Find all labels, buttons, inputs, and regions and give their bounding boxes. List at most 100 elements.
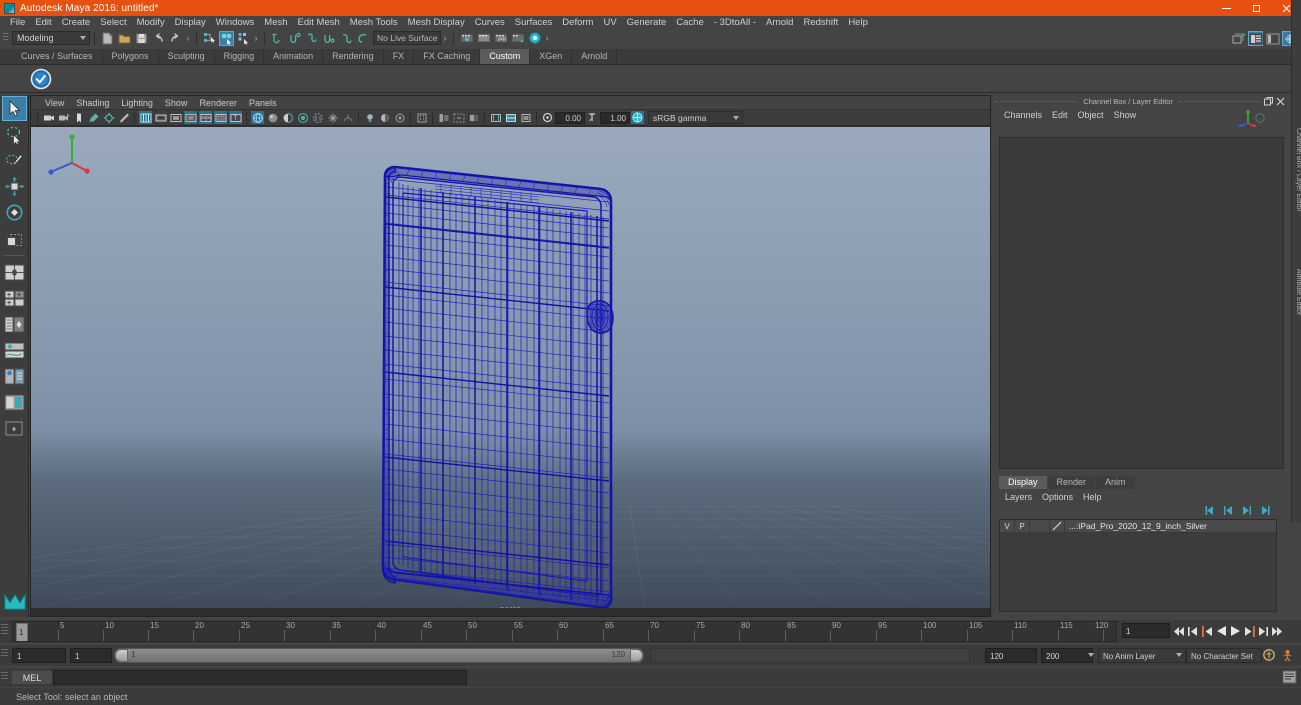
layer-list[interactable]: V P ...:iPad_Pro_2020_12_9_inch_Silver bbox=[999, 519, 1277, 612]
animation-preferences-icon[interactable] bbox=[1280, 648, 1295, 662]
help-menu[interactable]: Help bbox=[1078, 492, 1107, 502]
shelf-tab-animation[interactable]: Animation bbox=[264, 49, 324, 64]
gamma-icon[interactable] bbox=[586, 111, 599, 124]
statusline-collapse-render[interactable]: › bbox=[543, 31, 551, 45]
undock-panel-button[interactable] bbox=[1263, 96, 1273, 106]
layer-name[interactable]: ...:iPad_Pro_2020_12_9_inch_Silver bbox=[1065, 521, 1207, 531]
go-to-start-icon[interactable] bbox=[1172, 623, 1186, 639]
lighting-toggle-icon[interactable] bbox=[363, 111, 376, 124]
range-slider-grip[interactable] bbox=[1, 647, 10, 664]
minimize-button[interactable] bbox=[1211, 0, 1241, 16]
options-menu[interactable]: Options bbox=[1037, 492, 1078, 502]
menu-windows[interactable]: Windows bbox=[211, 16, 260, 29]
viewport-menu-panels[interactable]: Panels bbox=[243, 98, 283, 108]
wireframe-on-shaded-icon[interactable] bbox=[311, 111, 324, 124]
menu-mesh-display[interactable]: Mesh Display bbox=[403, 16, 470, 29]
layer-row[interactable]: V P ...:iPad_Pro_2020_12_9_inch_Silver bbox=[1000, 519, 1276, 533]
ipr-render-icon[interactable] bbox=[476, 31, 491, 46]
gamma-field[interactable]: 1.00 bbox=[600, 111, 630, 124]
hypershade-persp-layout[interactable] bbox=[2, 364, 27, 389]
multisample-icon[interactable] bbox=[415, 111, 428, 124]
shadows-toggle-icon[interactable] bbox=[378, 111, 391, 124]
shelf-tab-sculpting[interactable]: Sculpting bbox=[158, 49, 215, 64]
screen-space-ao-icon[interactable] bbox=[393, 111, 406, 124]
menu-edit-mesh[interactable]: Edit Mesh bbox=[293, 16, 345, 29]
menu-mesh-tools[interactable]: Mesh Tools bbox=[345, 16, 403, 29]
select-camera-icon[interactable] bbox=[42, 111, 55, 124]
menu-create[interactable]: Create bbox=[57, 16, 96, 29]
layer-next-icon[interactable] bbox=[1240, 505, 1253, 517]
shelf-tab-fx-caching[interactable]: FX Caching bbox=[414, 49, 481, 64]
tab-render[interactable]: Render bbox=[1047, 476, 1096, 489]
time-slider-track[interactable]: 5 10 15 20 25 30 35 40 45 50 55 60 65 70… bbox=[12, 621, 1117, 642]
menu-arnold[interactable]: Arnold bbox=[761, 16, 798, 29]
viewport-menu-view[interactable]: View bbox=[39, 98, 70, 108]
color-management-icon[interactable] bbox=[631, 111, 644, 124]
lasso-select-tool[interactable] bbox=[2, 122, 27, 147]
statusline-collapse-snap[interactable]: › bbox=[441, 31, 449, 45]
current-time-indicator[interactable]: 1 bbox=[16, 623, 28, 641]
close-panel-button[interactable] bbox=[1275, 96, 1285, 106]
menu-surfaces[interactable]: Surfaces bbox=[510, 16, 558, 29]
persp-render-layout[interactable] bbox=[2, 390, 27, 415]
live-surface-field[interactable]: No Live Surface bbox=[373, 31, 441, 45]
statusline-grip[interactable] bbox=[2, 31, 10, 45]
view-transform-icon[interactable] bbox=[489, 111, 502, 124]
character-set-selector[interactable]: No Character Set bbox=[1186, 648, 1262, 663]
color-management-selector[interactable]: sRGB gamma bbox=[648, 111, 743, 124]
range-slider-empty-track[interactable] bbox=[650, 648, 970, 663]
panel-title-bar[interactable]: Channel Box / Layer Editor bbox=[995, 95, 1287, 107]
four-view-layout[interactable] bbox=[2, 286, 27, 311]
menu-redshift[interactable]: Redshift bbox=[798, 16, 843, 29]
shelf-tab-rendering[interactable]: Rendering bbox=[323, 49, 384, 64]
range-end-handle[interactable] bbox=[630, 649, 643, 662]
viewport-menu-shading[interactable]: Shading bbox=[70, 98, 115, 108]
auto-keyframe-icon[interactable] bbox=[1262, 648, 1276, 662]
play-forwards-icon[interactable] bbox=[1228, 623, 1242, 639]
chevron-down-icon[interactable] bbox=[1176, 653, 1182, 657]
side-tab-channel-box[interactable]: Channel Box / Layer Editor bbox=[1292, 105, 1301, 235]
step-forward-frame-icon[interactable] bbox=[1242, 623, 1256, 639]
menu-file[interactable]: File bbox=[5, 16, 30, 29]
safe-title-icon[interactable]: T bbox=[229, 111, 242, 124]
show-hide-editors-icon[interactable] bbox=[1231, 31, 1246, 46]
persp-graph-layout[interactable] bbox=[2, 338, 27, 363]
script-editor-icon[interactable] bbox=[1282, 670, 1298, 685]
layer-type-cell[interactable] bbox=[1030, 519, 1050, 533]
redo-icon[interactable] bbox=[168, 31, 183, 46]
menu-3dtoall[interactable]: - 3DtoAll - bbox=[709, 16, 761, 29]
hypershade-icon[interactable] bbox=[510, 31, 525, 46]
exposure-icon[interactable] bbox=[541, 111, 554, 124]
two-d-pan-zoom-icon[interactable] bbox=[102, 111, 115, 124]
open-scene-icon[interactable] bbox=[117, 31, 132, 46]
range-start-field[interactable]: 1 bbox=[70, 648, 112, 663]
range-slider-bar[interactable]: 1 120 bbox=[114, 648, 644, 663]
statusline-collapse-file[interactable]: › bbox=[184, 31, 192, 45]
shadow-maps-icon[interactable] bbox=[519, 111, 532, 124]
menu-cache[interactable]: Cache bbox=[671, 16, 708, 29]
channel-box-list[interactable] bbox=[999, 137, 1284, 469]
camera-attributes-icon[interactable] bbox=[57, 111, 70, 124]
play-backwards-icon[interactable] bbox=[1214, 623, 1228, 639]
select-by-object-type-icon[interactable] bbox=[219, 30, 234, 46]
layer-prev-icon[interactable] bbox=[1222, 505, 1235, 517]
flat-shade-icon[interactable] bbox=[296, 111, 309, 124]
layers-menu[interactable]: Layers bbox=[1000, 492, 1037, 502]
range-start-handle[interactable] bbox=[115, 649, 128, 662]
menu-mesh[interactable]: Mesh bbox=[259, 16, 292, 29]
shelf-checkmark-button[interactable] bbox=[30, 68, 52, 90]
viewport-menu-renderer[interactable]: Renderer bbox=[193, 98, 243, 108]
render-settings-icon[interactable]: IPR bbox=[493, 31, 508, 46]
chevron-down-icon[interactable] bbox=[1088, 653, 1094, 657]
x-ray-joints-icon[interactable] bbox=[467, 111, 480, 124]
menu-curves[interactable]: Curves bbox=[470, 16, 510, 29]
save-scene-icon[interactable] bbox=[134, 31, 149, 46]
animation-start-time-field[interactable]: 1 bbox=[12, 648, 66, 663]
channelbox-menu-object[interactable]: Object bbox=[1073, 110, 1109, 120]
tab-anim[interactable]: Anim bbox=[1096, 476, 1135, 489]
layer-playback-cell[interactable]: P bbox=[1015, 519, 1030, 533]
two-stacked-layout[interactable] bbox=[2, 416, 27, 441]
select-by-component-type-icon[interactable] bbox=[236, 31, 251, 46]
smooth-shade-selected-icon[interactable] bbox=[281, 111, 294, 124]
gate-mask-icon[interactable] bbox=[184, 111, 197, 124]
